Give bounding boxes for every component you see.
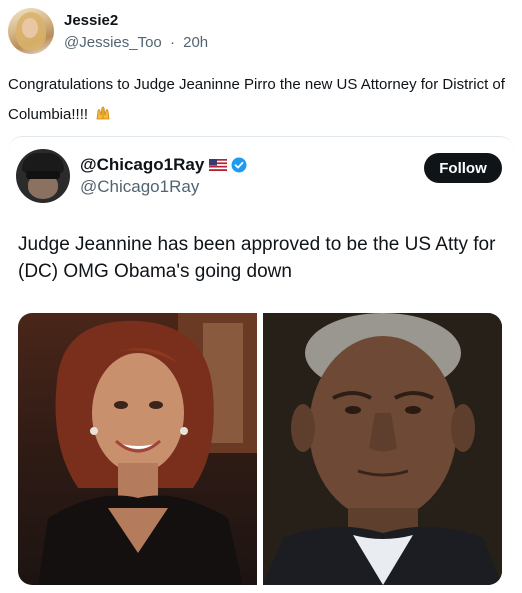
user-handle[interactable]: @Jessies_Too — [64, 34, 162, 51]
quoted-user-names: @Chicago1Ray @Chicago1Ray — [80, 154, 247, 198]
man-portrait-illustration — [263, 313, 502, 585]
quoted-display-name[interactable]: @Chicago1Ray — [80, 154, 204, 176]
media-grid — [18, 313, 502, 585]
display-name[interactable]: Jessie2 — [64, 11, 212, 30]
timestamp[interactable]: 20h — [183, 34, 208, 51]
quoted-post-card[interactable]: @Chicago1Ray @Chicago1Ray Follow Judge J… — [8, 136, 514, 593]
photo-man-portrait[interactable] — [263, 313, 502, 585]
handle-line: @Jessies_Too · 20h — [64, 33, 212, 52]
avatar-glasses-shape — [26, 171, 60, 179]
outer-post-text-block: Congratulations to Judge Jeaninne Pirro … — [8, 70, 508, 130]
quoted-user-handle[interactable]: @Chicago1Ray — [80, 176, 247, 198]
quoted-post-text: Judge Jeannine has been approved to be t… — [18, 234, 496, 282]
outer-post-header: Jessie2 @Jessies_Too · 20h — [8, 8, 212, 54]
quoted-post-header: @Chicago1Ray @Chicago1Ray — [16, 149, 247, 203]
photo-woman-portrait[interactable] — [18, 313, 257, 585]
dot-separator: · — [169, 33, 175, 51]
follow-button[interactable]: Follow — [424, 153, 502, 183]
verified-badge-icon — [231, 157, 247, 173]
woman-portrait-illustration — [38, 313, 257, 585]
avatar-cap-shape — [22, 153, 64, 173]
outer-post-text: Congratulations to Judge Jeaninne Pirro … — [8, 76, 505, 123]
outer-user-names: Jessie2 @Jessies_Too · 20h — [64, 11, 212, 52]
us-flag-icon — [209, 159, 228, 171]
quoted-display-name-row: @Chicago1Ray — [80, 154, 247, 176]
avatar-face-shape — [22, 18, 38, 38]
tweet-post: Jessie2 @Jessies_Too · 20h Congratulatio… — [0, 0, 522, 593]
avatar[interactable] — [8, 8, 54, 54]
quoted-avatar[interactable] — [16, 149, 70, 203]
raising-hands-emoji-icon — [96, 106, 110, 120]
